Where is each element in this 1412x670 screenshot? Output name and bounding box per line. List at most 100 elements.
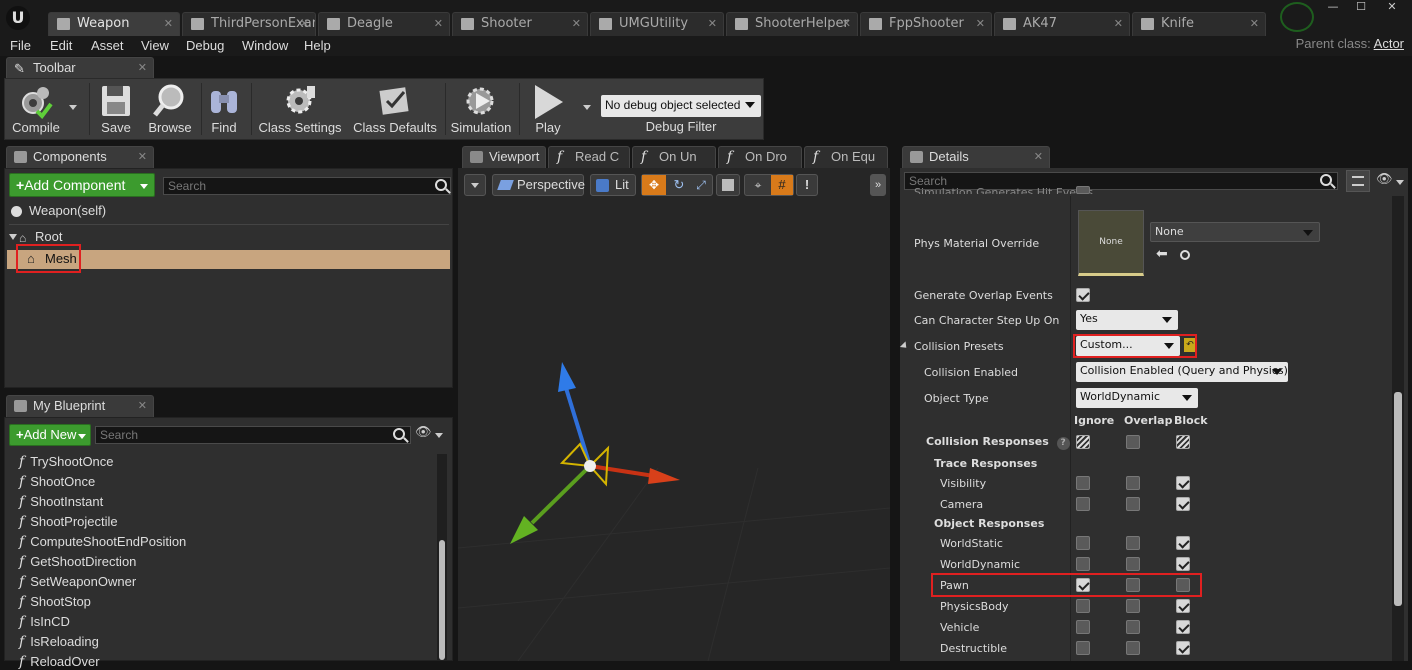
- function-item[interactable]: f ShootProjectile: [19, 514, 118, 530]
- collision-responses-ignore-all[interactable]: [1076, 435, 1090, 449]
- doc-tab-thirdpersonexamp[interactable]: ThirdPersonExamp✕: [182, 12, 316, 36]
- profile-icon[interactable]: [1280, 2, 1314, 32]
- close-icon[interactable]: ✕: [572, 13, 581, 35]
- help-icon[interactable]: ?: [1056, 437, 1070, 450]
- root-item[interactable]: ⌂ Root: [9, 229, 62, 245]
- doc-tab-fppshooter[interactable]: FppShooter ✕: [860, 12, 992, 36]
- close-icon[interactable]: ✕: [842, 13, 851, 35]
- ignore-checkbox[interactable]: [1076, 536, 1090, 550]
- add-new-button[interactable]: +Add New: [9, 424, 91, 446]
- overlap-checkbox[interactable]: [1126, 599, 1140, 613]
- menu-asset[interactable]: Asset: [91, 38, 124, 53]
- ignore-checkbox[interactable]: [1076, 557, 1090, 571]
- class-defaults-button[interactable]: Class Defaults: [349, 79, 441, 139]
- tab-on-un[interactable]: f On Un: [632, 146, 716, 168]
- close-icon[interactable]: ✕: [138, 147, 147, 167]
- close-icon[interactable]: ✕: [1250, 13, 1259, 35]
- close-icon[interactable]: ✕: [138, 58, 147, 78]
- block-checkbox[interactable]: [1176, 557, 1190, 571]
- menu-window[interactable]: Window: [242, 38, 288, 53]
- expand-arrow-icon[interactable]: [9, 234, 17, 240]
- add-component-button[interactable]: +Add Component: [9, 173, 155, 197]
- function-item[interactable]: f GetShootDirection: [19, 554, 136, 570]
- play-options-chevron-icon[interactable]: [583, 105, 591, 110]
- doc-tab-deagle[interactable]: Deagle ✕: [318, 12, 450, 36]
- viewport-options-button[interactable]: [464, 174, 486, 196]
- ignore-checkbox[interactable]: [1076, 578, 1090, 592]
- overlap-checkbox[interactable]: [1126, 578, 1140, 592]
- unreal-logo-icon[interactable]: U: [6, 6, 30, 30]
- block-checkbox[interactable]: [1176, 497, 1190, 511]
- block-checkbox[interactable]: [1176, 599, 1190, 613]
- browse-button[interactable]: Browse: [143, 79, 197, 139]
- ignore-checkbox[interactable]: [1076, 476, 1090, 490]
- close-icon[interactable]: ✕: [1034, 147, 1043, 167]
- block-checkbox[interactable]: [1176, 578, 1190, 592]
- function-item[interactable]: f ComputeShootEndPosition: [19, 534, 186, 550]
- viewport-canvas[interactable]: [458, 168, 890, 661]
- warning-button[interactable]: !: [796, 174, 818, 196]
- compile-options-chevron-icon[interactable]: [69, 105, 77, 110]
- menu-file[interactable]: File: [10, 38, 31, 53]
- block-checkbox[interactable]: [1176, 620, 1190, 634]
- grid-snap-icon[interactable]: #: [771, 175, 793, 195]
- doc-tab-shooter[interactable]: Shooter ✕: [452, 12, 588, 36]
- doc-tab-weapon[interactable]: Weapon ✕: [48, 12, 180, 36]
- doc-tab-shooterhelper[interactable]: ShooterHelper ✕: [726, 12, 858, 36]
- phys-material-select[interactable]: None: [1150, 222, 1320, 242]
- block-checkbox[interactable]: [1176, 641, 1190, 655]
- ignore-checkbox[interactable]: [1076, 497, 1090, 511]
- tab-on-equ[interactable]: f On Equ: [804, 146, 888, 168]
- overlap-checkbox[interactable]: [1126, 620, 1140, 634]
- parent-class-link[interactable]: Actor: [1374, 36, 1404, 51]
- minimize-button[interactable]: —: [1320, 0, 1346, 14]
- scale-tool-icon[interactable]: ⤢: [690, 175, 712, 195]
- debug-object-select[interactable]: No debug object selected: [601, 95, 761, 117]
- function-item[interactable]: f TryShootOnce: [19, 454, 114, 470]
- chevron-down-icon[interactable]: [435, 433, 443, 438]
- tab-toolbar[interactable]: ✎ Toolbar ✕: [6, 57, 154, 79]
- function-item[interactable]: f IsReloading: [19, 634, 99, 650]
- translate-tool-icon[interactable]: ✥: [642, 175, 666, 195]
- doc-tab-umgutility[interactable]: UMGUtility ✕: [590, 12, 724, 36]
- compile-button[interactable]: Compile: [7, 79, 65, 139]
- simulation-generates-hit-events-checkbox[interactable]: [1076, 186, 1090, 194]
- generate-overlap-events-checkbox[interactable]: [1076, 288, 1090, 302]
- browse-asset-icon[interactable]: [1180, 250, 1190, 260]
- doc-tab-knife[interactable]: Knife ✕: [1132, 12, 1266, 36]
- collision-enabled-select[interactable]: Collision Enabled (Query and Physics): [1076, 362, 1288, 382]
- function-item[interactable]: f ShootStop: [19, 594, 91, 610]
- menu-help[interactable]: Help: [304, 38, 331, 53]
- ignore-checkbox[interactable]: [1076, 620, 1090, 634]
- function-item[interactable]: f ShootInstant: [19, 494, 103, 510]
- doc-tab-ak47[interactable]: AK47 ✕: [994, 12, 1130, 36]
- menu-view[interactable]: View: [141, 38, 169, 53]
- overlap-checkbox[interactable]: [1126, 557, 1140, 571]
- menu-debug[interactable]: Debug: [186, 38, 224, 53]
- close-icon[interactable]: ✕: [138, 396, 147, 416]
- weapon-self-item[interactable]: Weapon(self): [11, 203, 106, 218]
- scrollbar-thumb[interactable]: [439, 540, 445, 660]
- close-icon[interactable]: ✕: [300, 13, 309, 35]
- scrollbar-thumb[interactable]: [1394, 392, 1402, 606]
- mesh-item[interactable]: ⌂ Mesh: [27, 251, 77, 266]
- ignore-checkbox[interactable]: [1076, 641, 1090, 655]
- close-icon[interactable]: ✕: [1114, 13, 1123, 35]
- function-list-scrollbar[interactable]: [437, 454, 447, 660]
- function-item[interactable]: f ReloadOver: [19, 654, 100, 670]
- use-selected-arrow-icon[interactable]: ⬅: [1156, 246, 1168, 262]
- collision-presets-expand-icon[interactable]: [899, 341, 910, 351]
- world-local-button[interactable]: [716, 174, 740, 196]
- menu-edit[interactable]: Edit: [50, 38, 72, 53]
- block-checkbox[interactable]: [1176, 476, 1190, 490]
- details-scrollbar[interactable]: [1392, 196, 1404, 661]
- collision-responses-overlap-all[interactable]: [1126, 435, 1140, 449]
- tab-components[interactable]: Components ✕: [6, 146, 154, 168]
- find-button[interactable]: Find: [203, 79, 245, 139]
- tab-details[interactable]: Details ✕: [902, 146, 1050, 168]
- close-icon[interactable]: ✕: [976, 13, 985, 35]
- maximize-button[interactable]: ☐: [1348, 0, 1374, 14]
- close-icon[interactable]: ✕: [164, 13, 173, 35]
- eye-visibility-icon[interactable]: 👁: [415, 425, 432, 440]
- components-search-input[interactable]: Search: [163, 177, 451, 195]
